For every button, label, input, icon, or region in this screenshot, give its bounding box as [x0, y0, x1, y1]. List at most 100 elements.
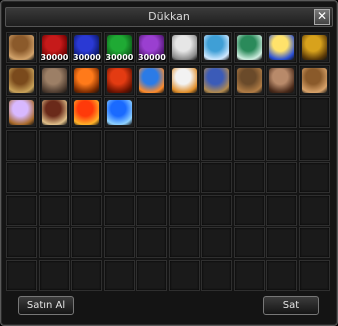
- inventory-slot[interactable]: [233, 129, 265, 161]
- orange-red-potion-icon: [106, 67, 132, 93]
- inventory-slot[interactable]: [71, 227, 102, 258]
- inventory-slot[interactable]: [168, 259, 200, 291]
- inventory-slot[interactable]: [71, 64, 102, 96]
- inventory-slot[interactable]: [201, 194, 232, 226]
- inventory-slot[interactable]: [233, 64, 265, 96]
- inventory-slot[interactable]: [266, 97, 297, 128]
- inventory-slot[interactable]: [136, 97, 167, 128]
- inventory-slot[interactable]: [168, 227, 200, 258]
- inventory-slot[interactable]: [201, 129, 232, 161]
- inventory-slot[interactable]: [103, 97, 135, 128]
- gold-ring-icon: [301, 35, 327, 60]
- inventory-slot[interactable]: [233, 194, 265, 226]
- inventory-slot[interactable]: [38, 129, 70, 161]
- inventory-slot[interactable]: [266, 227, 297, 258]
- inventory-slot[interactable]: [103, 64, 135, 96]
- item-price: 30000: [40, 53, 69, 62]
- inventory-slot[interactable]: [201, 162, 232, 193]
- inventory-slot[interactable]: [136, 227, 167, 258]
- inventory-slot[interactable]: [201, 227, 232, 258]
- inventory-slot[interactable]: [103, 227, 135, 258]
- inventory-slot[interactable]: [266, 32, 297, 63]
- sell-button[interactable]: Sat: [263, 296, 319, 315]
- inventory-slot[interactable]: [71, 97, 102, 128]
- inventory-slot[interactable]: [38, 97, 70, 128]
- inventory-slot[interactable]: 30000: [71, 32, 102, 63]
- inventory-slot[interactable]: [136, 64, 167, 96]
- inventory-slot[interactable]: [168, 194, 200, 226]
- card-icon: [204, 67, 229, 93]
- inventory-slot[interactable]: [38, 194, 70, 226]
- close-button[interactable]: ✕: [314, 9, 330, 25]
- inventory-slot[interactable]: [233, 97, 265, 128]
- inventory-slot[interactable]: [103, 259, 135, 291]
- inventory-slot[interactable]: 30000: [38, 32, 70, 63]
- inventory-slot[interactable]: [103, 194, 135, 226]
- inventory-slot[interactable]: [6, 129, 37, 161]
- inventory-slot[interactable]: [136, 162, 167, 193]
- inventory-slot[interactable]: [266, 64, 297, 96]
- item-grid: 30000 30000 30000 30000: [6, 32, 331, 291]
- inventory-slot[interactable]: [6, 194, 37, 226]
- inventory-slot[interactable]: [71, 259, 102, 291]
- inventory-slot[interactable]: [266, 194, 297, 226]
- inventory-slot[interactable]: [298, 32, 330, 63]
- inventory-slot[interactable]: [6, 32, 37, 63]
- inventory-slot[interactable]: [201, 259, 232, 291]
- inventory-slot[interactable]: [6, 64, 37, 96]
- inventory-slot[interactable]: [201, 32, 232, 63]
- inventory-slot[interactable]: [71, 162, 102, 193]
- inventory-slot[interactable]: [168, 64, 200, 96]
- inventory-slot[interactable]: [168, 129, 200, 161]
- inventory-slot[interactable]: [6, 97, 37, 128]
- mask-icon: [269, 67, 294, 93]
- fire-elixir-icon: [74, 100, 99, 125]
- inventory-slot[interactable]: [38, 64, 70, 96]
- inventory-slot[interactable]: [136, 129, 167, 161]
- inventory-slot[interactable]: [266, 129, 297, 161]
- staff-icon: [9, 35, 34, 60]
- inventory-slot[interactable]: [103, 129, 135, 161]
- inventory-slot[interactable]: [298, 259, 330, 291]
- inventory-slot[interactable]: [298, 194, 330, 226]
- blue-orange-potion-icon: [139, 67, 164, 93]
- scroll-bundle-icon: [9, 67, 34, 93]
- inventory-slot[interactable]: [201, 97, 232, 128]
- item-price: 30000: [138, 53, 166, 62]
- inventory-slot[interactable]: [38, 259, 70, 291]
- inventory-slot[interactable]: [6, 162, 37, 193]
- inventory-slot[interactable]: [168, 97, 200, 128]
- title-bar[interactable]: Dükkan ✕: [5, 7, 333, 27]
- blue-flame-icon: [269, 35, 294, 60]
- inventory-slot[interactable]: [103, 162, 135, 193]
- inventory-slot[interactable]: [71, 194, 102, 226]
- inventory-slot[interactable]: [298, 97, 330, 128]
- inventory-slot[interactable]: [266, 259, 297, 291]
- inventory-slot[interactable]: [6, 259, 37, 291]
- claw-icon: [41, 100, 67, 125]
- inventory-slot[interactable]: [233, 162, 265, 193]
- inventory-slot[interactable]: [298, 227, 330, 258]
- inventory-slot[interactable]: [298, 129, 330, 161]
- inventory-slot[interactable]: [136, 259, 167, 291]
- inventory-slot[interactable]: [233, 32, 265, 63]
- magic-wand-icon: [204, 35, 229, 60]
- inventory-slot[interactable]: [233, 227, 265, 258]
- item-price: 30000: [105, 53, 134, 62]
- ice-elixir-icon: [106, 100, 132, 125]
- inventory-slot[interactable]: [266, 162, 297, 193]
- inventory-slot[interactable]: [298, 162, 330, 193]
- inventory-slot[interactable]: [6, 227, 37, 258]
- inventory-slot[interactable]: [233, 259, 265, 291]
- inventory-slot[interactable]: [136, 194, 167, 226]
- inventory-slot[interactable]: [38, 227, 70, 258]
- inventory-slot[interactable]: [201, 64, 232, 96]
- inventory-slot[interactable]: [168, 162, 200, 193]
- inventory-slot[interactable]: [168, 32, 200, 63]
- inventory-slot[interactable]: [71, 129, 102, 161]
- inventory-slot[interactable]: 30000: [136, 32, 167, 63]
- buy-button[interactable]: Satın Al: [18, 296, 74, 315]
- inventory-slot[interactable]: [38, 162, 70, 193]
- inventory-slot[interactable]: 30000: [103, 32, 135, 63]
- inventory-slot[interactable]: [298, 64, 330, 96]
